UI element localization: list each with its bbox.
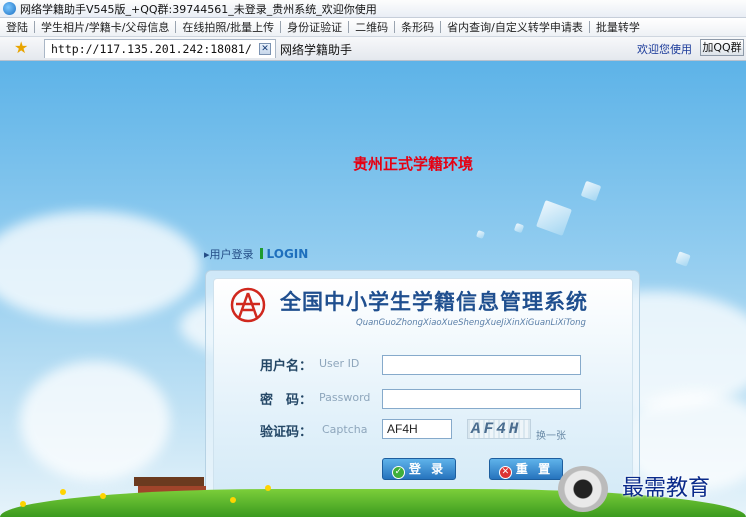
tab-bar: ★ http://117.135.201.242:18081/ ✕ 网络学籍助手… [0, 37, 746, 61]
password-hint: Password [319, 391, 371, 404]
username-input[interactable] [382, 355, 581, 375]
login-button-label: 登 录 [408, 462, 447, 476]
captcha-image[interactable]: AF4H [467, 419, 531, 439]
favorites-star-icon[interactable]: ★ [14, 39, 28, 57]
captcha-refresh-link[interactable]: 换一张 [536, 427, 566, 442]
title-bar: 网络学籍助手V545版_+QQ群:39744561_未登录_贵州系统_欢迎你使用 [0, 0, 746, 18]
menu-item-id-verify[interactable]: 身份证验证 [281, 19, 348, 35]
close-tab-icon[interactable]: ✕ [259, 43, 271, 55]
menu-item-online-photo[interactable]: 在线拍照/批量上传 [176, 19, 280, 35]
app-globe-icon [3, 2, 16, 15]
reset-button-label: 重 置 [515, 462, 554, 476]
environment-title: 贵州正式学籍环境 [352, 155, 473, 173]
welcome-link[interactable]: 欢迎您使用 [637, 41, 692, 57]
system-logo-icon [230, 287, 266, 323]
flower-decoration [265, 485, 271, 491]
camera-decoration [558, 466, 608, 512]
address-url[interactable]: http://117.135.201.242:18081/ [51, 42, 252, 56]
menu-bar: 登陆 学生相片/学籍卡/父母信息 在线拍照/批量上传 身份证验证 二维码 条形码… [0, 18, 746, 37]
captcha-input[interactable] [382, 419, 452, 439]
password-label: 密 码： [260, 393, 313, 408]
cross-icon: ✕ [498, 466, 512, 479]
system-title: 全国中小学生学籍信息管理系统 [280, 290, 588, 314]
menu-item-batch-transfer[interactable]: 批量转学 [590, 19, 646, 35]
tab-assistant[interactable]: 网络学籍助手 [280, 41, 352, 58]
login-button[interactable]: ✓ 登 录 [382, 458, 456, 480]
password-input[interactable] [382, 389, 581, 409]
cube-decoration [476, 230, 485, 239]
header-divider [259, 248, 263, 259]
cube-decoration [536, 200, 572, 236]
watermark: 最需教育 [622, 476, 711, 501]
menu-item-province-query[interactable]: 省内查询/自定义转学申请表 [441, 19, 589, 35]
checkmark-icon: ✓ [391, 466, 405, 479]
flower-decoration [20, 501, 26, 507]
flower-decoration [100, 493, 106, 499]
cloud-decoration [20, 361, 170, 481]
login-header-label: 用户登录 [209, 248, 254, 261]
login-header: ▸用户登录 LOGIN [204, 246, 308, 262]
window-title: 网络学籍助手V545版_+QQ群:39744561_未登录_贵州系统_欢迎你使用 [20, 3, 377, 16]
flower-decoration [230, 497, 236, 503]
tab-url[interactable]: http://117.135.201.242:18081/ ✕ [44, 39, 276, 58]
flower-decoration [60, 489, 66, 495]
cube-decoration [675, 251, 691, 267]
cube-decoration [513, 222, 525, 234]
reset-button[interactable]: ✕ 重 置 [489, 458, 563, 480]
web-page: 贵州正式学籍环境 ▸用户登录 LOGIN 全国中小学生学籍信息管理系统 QuanG… [0, 61, 746, 517]
join-qq-button[interactable]: 加QQ群 [700, 39, 744, 56]
captcha-hint: Captcha [322, 423, 368, 436]
cloud-decoration [0, 211, 200, 321]
login-header-en: LOGIN [266, 247, 309, 261]
cube-decoration [580, 180, 602, 202]
system-pinyin: QuanGuoZhongXiaoXueShengXueJiXinXiGuanLi… [356, 318, 586, 328]
menu-item-student-photo[interactable]: 学生相片/学籍卡/父母信息 [35, 19, 175, 35]
menu-item-login[interactable]: 登陆 [0, 19, 34, 35]
menu-item-barcode[interactable]: 条形码 [395, 19, 440, 35]
username-label: 用户名： [260, 359, 313, 374]
username-hint: User ID [319, 357, 360, 370]
captcha-label: 验证码： [260, 425, 313, 440]
menu-item-qrcode[interactable]: 二维码 [349, 19, 394, 35]
